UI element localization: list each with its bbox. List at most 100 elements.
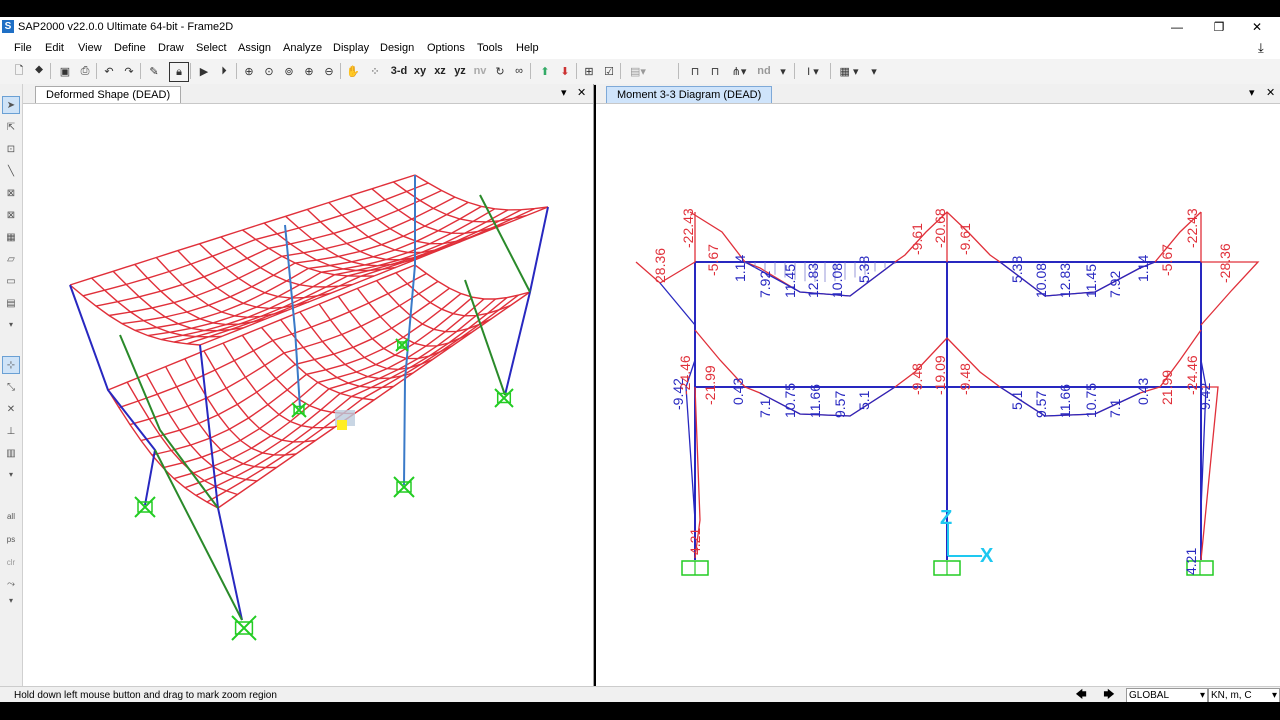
pointer-icon[interactable]: ➤ <box>2 96 20 114</box>
draw-frame-2-icon[interactable]: ⊠ <box>3 185 19 201</box>
run-analysis-icon[interactable]: ▶ <box>195 62 213 80</box>
move-up-icon[interactable]: ⬆ <box>536 62 554 80</box>
view-yz-button[interactable]: yz <box>451 62 469 80</box>
menu-edit[interactable]: Edit <box>45 42 64 54</box>
print-icon[interactable]: ⎙ <box>76 62 94 80</box>
left-panel-close-icon[interactable]: ✕ <box>577 86 586 99</box>
draw-grid-icon[interactable]: ▦ <box>3 229 19 245</box>
snap-perp-icon[interactable]: ⊥ <box>3 423 19 439</box>
deformed-shape-canvas[interactable] <box>23 104 593 686</box>
nd-button[interactable]: nd <box>754 62 774 80</box>
maximize-button[interactable]: ❐ <box>1204 19 1234 35</box>
view-xz-button[interactable]: xz <box>431 62 449 80</box>
move-down-icon[interactable]: ⬇ <box>556 62 574 80</box>
pan-icon[interactable]: ✋ <box>344 62 362 80</box>
draw-mesh-icon[interactable]: ▤ <box>3 295 19 311</box>
new-model-icon[interactable]: 🗋 <box>10 62 28 80</box>
select-points-icon[interactable]: ⁘ <box>366 62 384 80</box>
menu-draw[interactable]: Draw <box>158 42 184 54</box>
clear-selection-icon[interactable]: clr <box>3 554 19 570</box>
pencil-icon[interactable]: ✎ <box>145 62 163 80</box>
menu-file[interactable]: File <box>14 42 32 54</box>
zoom-in-icon[interactable]: ⊕ <box>300 62 318 80</box>
open-icon[interactable]: ⯁ <box>30 62 48 80</box>
units-select[interactable]: KN, m, C ▾ <box>1208 688 1280 703</box>
view-nv-button[interactable]: nv <box>471 62 489 80</box>
zoom-extents-icon[interactable]: ⊚ <box>280 62 298 80</box>
rotate-icon[interactable]: ↻ <box>491 62 509 80</box>
refresh-window-icon[interactable]: ▤▾ <box>624 62 652 80</box>
view-xy-button[interactable]: xy <box>411 62 429 80</box>
close-button[interactable]: ✕ <box>1242 19 1272 35</box>
zoom-restore-icon[interactable]: ⊙ <box>260 62 278 80</box>
draw-line-icon[interactable]: ╲ <box>3 163 19 179</box>
more-select-icon[interactable]: ▾ <box>3 592 19 608</box>
left-panel-header: Deformed Shape (DEAD) ▾ ✕ <box>23 84 593 104</box>
left-panel-dropdown-icon[interactable]: ▾ <box>561 86 567 99</box>
draw-cross-icon[interactable]: ⊠ <box>3 207 19 223</box>
roof-moment-label: 11.45 <box>782 264 798 298</box>
lock-icon[interactable]: 🔒︎ <box>169 62 189 82</box>
menu-tools[interactable]: Tools <box>477 42 503 54</box>
section-icon[interactable]: ▦ ▾ <box>836 62 862 80</box>
moment-diagram-window[interactable]: Moment 3-3 Diagram (DEAD) ▾ ✕ 28.36 -22.4… <box>596 84 1280 686</box>
select-tool-icon[interactable]: ⤳ <box>3 576 19 592</box>
draw-portal-icon[interactable]: ⊓ <box>706 62 724 80</box>
more-draw-icon[interactable]: ▾ <box>3 316 19 332</box>
download-icon[interactable]: ⤓ <box>1258 40 1264 56</box>
menu-assign[interactable]: Assign <box>238 42 271 54</box>
draw-brace-icon[interactable]: ⋔▾ <box>726 62 752 80</box>
reshape-icon[interactable]: ⇱ <box>3 119 19 135</box>
toolbar-overflow-icon[interactable]: ▾ <box>868 62 880 80</box>
view-3d-button[interactable]: 3-d <box>388 62 410 80</box>
column-line <box>464 279 506 396</box>
floor-moment-label: 5.1 <box>856 390 872 410</box>
menu-select[interactable]: Select <box>196 42 227 54</box>
zoom-window-icon[interactable]: ⊕ <box>240 62 258 80</box>
coordinate-system-select[interactable]: GLOBAL ▾ <box>1126 688 1208 703</box>
perspective-icon[interactable]: ∞ <box>510 62 528 80</box>
menu-view[interactable]: View <box>78 42 102 54</box>
check-icon[interactable]: ☑ <box>600 62 618 80</box>
minimize-button[interactable]: — <box>1162 19 1192 35</box>
menu-help[interactable]: Help <box>516 42 539 54</box>
menu-define[interactable]: Define <box>114 42 146 54</box>
zoom-out-icon[interactable]: ⊖ <box>320 62 338 80</box>
menu-options[interactable]: Options <box>427 42 465 54</box>
draw-area-icon[interactable]: ▱ <box>3 251 19 267</box>
select-all-icon[interactable]: all <box>3 508 19 524</box>
draw-frame-icon[interactable]: ⊓ <box>686 62 704 80</box>
menu-analyze[interactable]: Analyze <box>283 42 322 54</box>
slab-mesh-line <box>160 209 509 341</box>
slab-mesh-line <box>414 264 531 300</box>
previous-selection-icon[interactable]: ps <box>3 531 19 547</box>
save-icon[interactable]: ▣ <box>56 62 74 80</box>
menu-design[interactable]: Design <box>380 42 414 54</box>
previous-view-arrow-icon[interactable]: 🡄 <box>1070 688 1092 702</box>
slab-mesh-line <box>184 298 496 489</box>
draw-rect-icon[interactable]: ▭ <box>3 273 19 289</box>
moment-diagram-canvas[interactable]: 28.36 -22.43 -5.67 1.14 7.92 11.45 12.83 10.08 5… <box>596 104 1280 686</box>
right-panel-dropdown-icon[interactable]: ▾ <box>1249 86 1255 99</box>
draw-point-icon[interactable]: ⊡ <box>3 141 19 157</box>
text-tool-icon[interactable]: I ▾ <box>800 62 826 80</box>
redo-icon[interactable]: ↷ <box>120 62 138 80</box>
snap-intersection-icon[interactable]: ✕ <box>3 401 19 417</box>
snap-point-icon[interactable]: ⊹ <box>2 356 20 374</box>
undo-icon[interactable]: ↶ <box>100 62 118 80</box>
more-snap-icon[interactable]: ▾ <box>3 466 19 482</box>
deformed-shape-window[interactable]: Deformed Shape (DEAD) ▾ ✕ <box>23 84 594 686</box>
floor-moment-label: -9.48 <box>957 363 973 395</box>
menu-display[interactable]: Display <box>333 42 369 54</box>
tab-deformed-shape[interactable]: Deformed Shape (DEAD) <box>35 86 182 103</box>
floor-moment-label: -19.09 <box>932 355 948 395</box>
right-panel-close-icon[interactable]: ✕ <box>1266 86 1275 99</box>
next-view-arrow-icon[interactable]: 🡆 <box>1098 688 1120 702</box>
roof-moment-label: 10.08 <box>829 263 845 298</box>
run-now-icon[interactable]: ⏵ <box>215 62 233 80</box>
nd-dropdown-icon[interactable]: ▾ <box>777 62 789 80</box>
snap-grid-icon[interactable]: ▥ <box>3 445 19 461</box>
snap-end-icon[interactable]: ⤡ <box>3 379 19 395</box>
display-options-icon[interactable]: ⊞ <box>580 62 598 80</box>
tab-moment-diagram[interactable]: Moment 3-3 Diagram (DEAD) <box>606 86 773 103</box>
